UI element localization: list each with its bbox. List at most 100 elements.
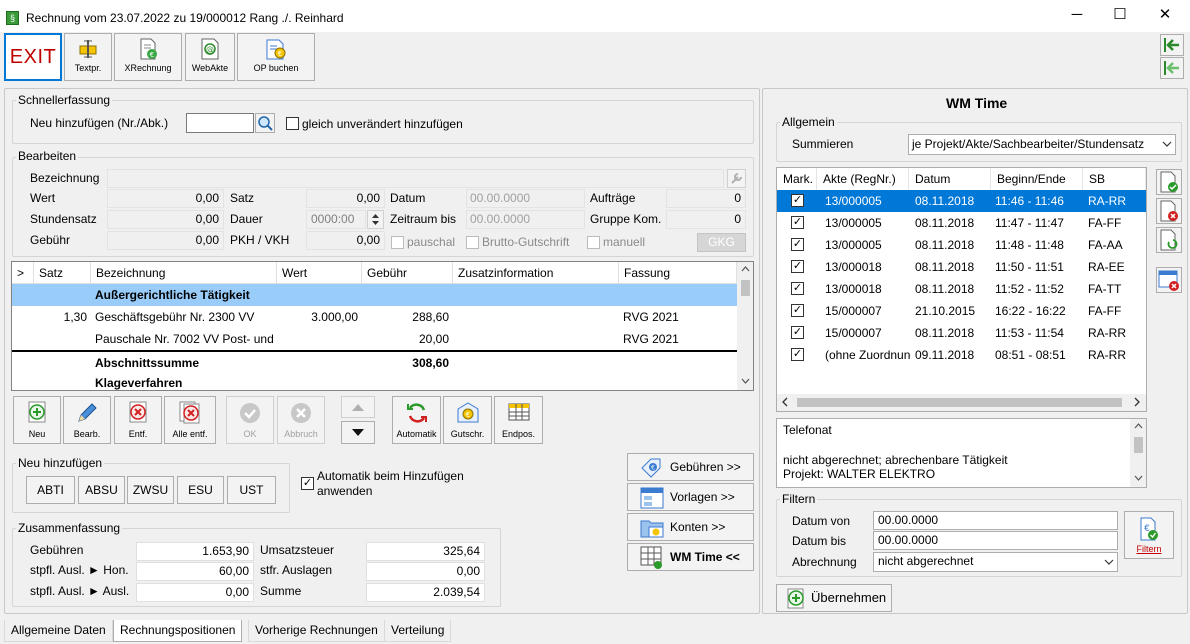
quick-search-button[interactable] [255,113,275,133]
col-zusatz-header[interactable]: Zusatzinformation [453,262,619,284]
esu-button[interactable]: ESU [177,476,224,504]
wm-list-item[interactable]: ✓ 13/000005 08.11.2018 11:48 - 11:48 FA-AA [777,234,1146,256]
tab-rechnungspositionen[interactable]: Rechnungspositionen [113,620,243,642]
automatik-button[interactable]: Automatik [392,396,441,444]
minimize-button[interactable]: ─ [1062,6,1092,26]
tab-allgemeine-daten[interactable]: Allgemeine Daten [4,620,113,642]
wm-row-checkbox[interactable]: ✓ [791,260,804,273]
quick-add-input[interactable] [186,113,254,133]
exit-button[interactable]: EXIT [4,33,62,81]
tab-verteilung[interactable]: Verteilung [384,620,452,642]
wm-list-item[interactable]: ✓ 13/000005 08.11.2018 11:46 - 11:46 RA-RR [777,190,1146,212]
wm-col-zeit-header[interactable]: Beginn/Ende [991,168,1083,190]
wm-list-item[interactable]: ✓ 13/000005 08.11.2018 11:47 - 11:47 FA-FF [777,212,1146,234]
wm-row-checkbox[interactable]: ✓ [791,238,804,251]
wm-col-datum-header[interactable]: Datum [909,168,991,190]
col-marker-header[interactable]: > [12,262,34,284]
unveraendert-checkbox[interactable] [286,117,299,130]
auftraege-field[interactable]: 0 [666,189,746,208]
col-wert-header[interactable]: Wert [277,262,362,284]
entf-button[interactable]: Entf. [114,396,162,444]
filtern-button[interactable]: € Filtern [1124,511,1174,559]
wm-hscroll-thumb[interactable] [797,398,1122,407]
col-satz-header[interactable]: Satz [34,262,91,284]
op-buchen-button[interactable]: € OP buchen [237,33,315,81]
table-row[interactable]: Abschnittssumme 308,60 [12,350,737,372]
brutto-checkbox[interactable] [466,236,479,249]
datum-bis-input[interactable]: 00.00.0000 [873,531,1118,550]
wm-select-button[interactable] [1156,169,1182,195]
bearb-button[interactable]: Bearb. [63,396,111,444]
wm-list-item[interactable]: ✓ 15/000007 08.11.2018 11:53 - 11:54 RA-RR [777,322,1146,344]
col-fassung-header[interactable]: Fassung [619,262,737,284]
wm-col-akte-header[interactable]: Akte (RegNr.) [817,168,909,190]
zeitraum-field[interactable]: 00.00.0000 [466,210,585,229]
automatik-checkbox[interactable]: ✓ [301,477,314,490]
konten-nav-button[interactable]: Konten >> [627,513,754,541]
wm-list-item[interactable]: ✓ (ohne Zuordnung) 09.11.2018 08:51 - 08:51… [777,344,1146,366]
satz-field[interactable]: 0,00 [306,189,385,208]
maximize-button[interactable]: ☐ [1105,6,1135,26]
datum-field[interactable]: 00.00.0000 [466,189,585,208]
wert-field[interactable]: 0,00 [107,189,224,208]
manuell-checkbox[interactable] [587,236,600,249]
gruppe-field[interactable]: 0 [666,210,746,229]
abti-button[interactable]: ABTI [26,476,75,504]
webakte-button[interactable]: @ WebAkte [185,33,235,81]
table-row[interactable]: 1,30 Geschäftsgebühr Nr. 2300 VV 3.000,00 2… [12,306,737,328]
table-row[interactable]: Außergerichtliche Tätigkeit [12,284,737,306]
positions-scroll-thumb[interactable] [741,280,750,296]
wm-memo[interactable]: Telefonat nicht abgerechnet; abrechenbar… [776,418,1147,488]
move-down-button[interactable] [341,421,375,444]
wm-col-sb-header[interactable]: SB [1083,168,1146,190]
table-row[interactable]: Pauschale Nr. 7002 VV Post- und 20,00 RVG … [12,328,737,350]
ok-button[interactable]: OK [226,396,274,444]
ust-button[interactable]: UST [227,476,276,504]
wm-delete-button[interactable] [1156,267,1182,293]
positions-scrollbar[interactable] [737,262,753,390]
col-gebuehr-header[interactable]: Gebühr [362,262,453,284]
wm-row-checkbox[interactable]: ✓ [791,326,804,339]
abbruch-button[interactable]: Abbruch [277,396,325,444]
gkg-button[interactable]: GKG [697,233,746,252]
zwsu-button[interactable]: ZWSU [127,476,174,504]
tab-vorherige-rechnungen[interactable]: Vorherige Rechnungen [248,620,385,642]
wm-hscrollbar[interactable] [777,394,1146,411]
wm-row-checkbox[interactable]: ✓ [791,348,804,361]
summieren-select[interactable]: je Projekt/Akte/Sachbearbeiter/Stundensa… [908,134,1176,155]
dauer-field[interactable]: 0000:00 [306,210,366,229]
gebuehren-nav-button[interactable]: € Gebühren >> [627,453,754,481]
memo-scroll-thumb[interactable] [1134,437,1143,453]
gebuehr-field[interactable]: 0,00 [107,231,224,250]
nav-first-button[interactable] [1160,34,1184,56]
pauschal-checkbox[interactable] [391,236,404,249]
gutschr-button[interactable]: € Gutschr. [443,396,492,444]
alle-entf-button[interactable]: Alle entf. [164,396,216,444]
wm-col-mark-header[interactable]: Mark. [777,168,817,190]
wm-list-item[interactable]: ✓ 15/000007 21.10.2015 16:22 - 16:22 FA-FF [777,300,1146,322]
wmtime-nav-button[interactable]: WM Time << [627,543,754,571]
pkh-field[interactable]: 0,00 [306,231,385,250]
close-button[interactable]: ✕ [1150,6,1180,26]
xrechnung-button[interactable]: € XRechnung [114,33,182,81]
table-row[interactable]: Klageverfahren [12,372,737,390]
wm-row-checkbox[interactable]: ✓ [791,194,804,207]
wm-refresh-button[interactable] [1156,227,1182,253]
absu-button[interactable]: ABSU [78,476,125,504]
bezeichnung-lookup-button[interactable] [727,169,746,188]
col-bezeichnung-header[interactable]: Bezeichnung [91,262,277,284]
uebernehmen-button[interactable]: Übernehmen [776,584,892,612]
wm-list-item[interactable]: ✓ 13/000018 08.11.2018 11:52 - 11:52 FA-TT [777,278,1146,300]
dauer-spinner[interactable] [367,210,384,229]
endpos-button[interactable]: Endpos. [494,396,543,444]
move-up-button[interactable] [341,396,375,418]
bezeichnung-field[interactable] [107,169,724,188]
wm-row-checkbox[interactable]: ✓ [791,282,804,295]
wm-unselect-button[interactable] [1156,198,1182,224]
stundensatz-field[interactable]: 0,00 [107,210,224,229]
textpr-button[interactable]: Textpr. [64,33,112,81]
wm-row-checkbox[interactable]: ✓ [791,216,804,229]
abrechnung-select[interactable]: nicht abgerechnet [873,552,1118,572]
datum-von-input[interactable]: 00.00.0000 [873,511,1118,530]
wm-row-checkbox[interactable]: ✓ [791,304,804,317]
